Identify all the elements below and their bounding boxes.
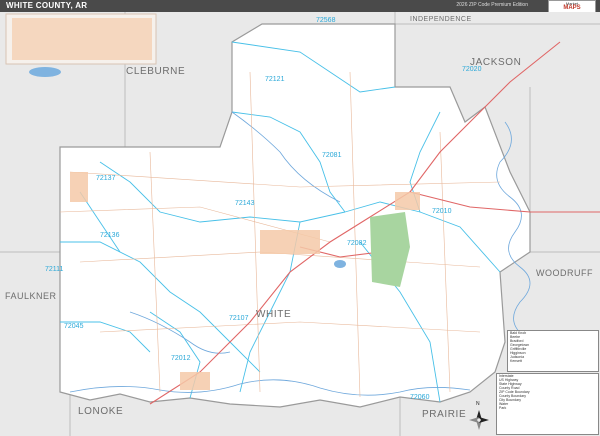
zip-label: 72111 [45, 266, 64, 273]
county-label-prairie: PRAIRIE [422, 409, 467, 420]
county-label-independence: INDEPENDENCE [410, 16, 472, 23]
zip-label: 72143 [235, 200, 255, 207]
zip-label: 72020 [462, 66, 482, 73]
zip-label: 72568 [316, 17, 336, 24]
zip-label: 72107 [229, 315, 249, 322]
rose-bud-urban [70, 172, 88, 202]
county-pond [334, 260, 346, 268]
zip-label: 72082 [347, 240, 367, 247]
edition-label: 2026 ZIP Code Premium Edition [456, 2, 528, 8]
map-title: WHITE COUNTY, AR [6, 1, 88, 10]
county-label-faulkner: FAULKNER [5, 291, 57, 301]
cleburne-urban-area [12, 18, 152, 60]
beebe-urban [180, 372, 210, 390]
zip-label: 72010 [432, 208, 452, 215]
county-label-white: WHITE [256, 309, 292, 320]
map-legend: Interstate US Highway State Highway Coun… [496, 373, 599, 435]
zip-label: 72012 [171, 355, 191, 362]
title-bar: WHITE COUNTY, AR 2026 ZIP Code Premium E… [0, 0, 600, 12]
compass-rose [468, 408, 490, 432]
zip-label: 72136 [100, 232, 120, 239]
county-label-cleburne: CLEBURNE [126, 66, 186, 77]
zip-label: 72121 [265, 76, 285, 83]
legend-row: Park [499, 406, 507, 410]
map-frame: WHITE COUNTY, AR 2026 ZIP Code Premium E… [0, 0, 600, 436]
zip-label: 72081 [322, 152, 342, 159]
searcy-urban [260, 230, 320, 254]
zip-label: 72060 [410, 394, 430, 401]
zip-label: 72045 [64, 323, 84, 330]
compass-icon [469, 410, 489, 430]
legend-table-row: Kensett [510, 359, 522, 363]
compass-north-label: N [476, 401, 480, 407]
county-label-lonoke: LONOKE [78, 406, 124, 417]
city-table: Bald Knob Beebe Bradford Georgetown Grif… [507, 330, 599, 372]
zip-label: 72137 [96, 175, 116, 182]
county-label-woodruff: WOODRUFF [536, 268, 593, 278]
bald-knob-urban [395, 192, 420, 210]
greers-ferry-lake [29, 67, 61, 77]
